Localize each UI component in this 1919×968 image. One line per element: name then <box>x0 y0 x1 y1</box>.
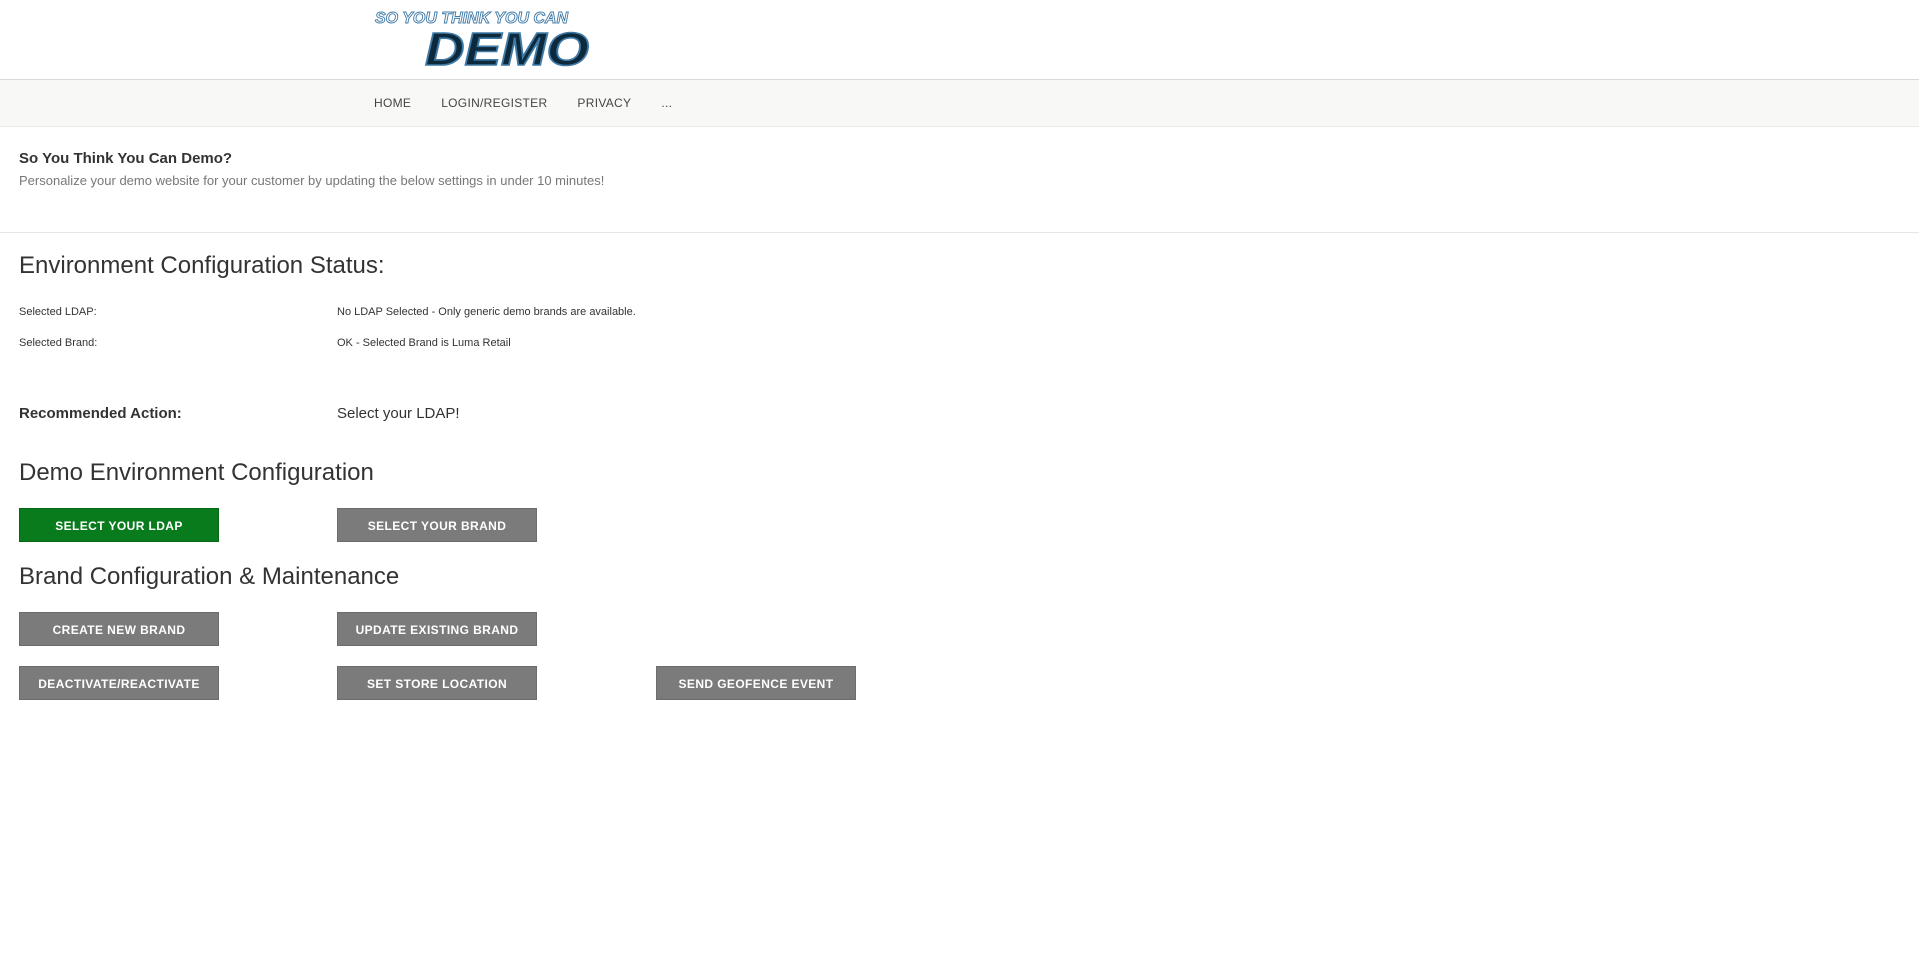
select-ldap-button[interactable]: SELECT YOUR LDAP <box>19 508 219 542</box>
status-label-ldap: Selected LDAP: <box>19 306 97 318</box>
site-header: SO YOU THINK YOU CAN DEMO <box>0 0 1919 80</box>
page-title: So You Think You Can Demo? <box>19 150 233 167</box>
status-value-brand: OK - Selected Brand is Luma Retail <box>337 337 511 349</box>
logo-wordmark: DEMO <box>425 23 589 72</box>
select-brand-button[interactable]: SELECT YOUR BRAND <box>337 508 537 542</box>
status-label-brand: Selected Brand: <box>19 337 98 349</box>
brand-config-heading: Brand Configuration & Maintenance <box>19 563 400 590</box>
nav-item-privacy[interactable]: PRIVACY <box>577 96 631 110</box>
status-value-ldap: No LDAP Selected - Only generic demo bra… <box>337 306 636 318</box>
nav-item-home[interactable]: HOME <box>374 96 411 110</box>
create-new-brand-button[interactable]: CREATE NEW BRAND <box>19 612 219 646</box>
set-store-location-button[interactable]: SET STORE LOCATION <box>337 666 537 700</box>
update-existing-brand-button[interactable]: UPDATE EXISTING BRAND <box>337 612 537 646</box>
deactivate-reactivate-button[interactable]: DEACTIVATE/REACTIVATE <box>19 666 219 700</box>
page-subtitle: Personalize your demo website for your c… <box>19 173 605 188</box>
main-nav: HOME LOGIN/REGISTER PRIVACY ... <box>0 80 1919 127</box>
intro-section: So You Think You Can Demo? Personalize y… <box>0 127 1919 233</box>
recommended-action-value: Select your LDAP! <box>337 405 460 422</box>
demo-config-heading: Demo Environment Configuration <box>19 459 374 486</box>
send-geofence-event-button[interactable]: SEND GEOFENCE EVENT <box>656 666 856 700</box>
recommended-action-label: Recommended Action: <box>19 405 182 422</box>
demo-logo[interactable]: SO YOU THINK YOU CAN DEMO <box>373 6 595 72</box>
status-heading: Environment Configuration Status: <box>19 252 385 279</box>
nav-item-more[interactable]: ... <box>661 96 672 110</box>
nav-item-login-register[interactable]: LOGIN/REGISTER <box>441 96 547 110</box>
nav-menu: HOME LOGIN/REGISTER PRIVACY ... <box>374 80 702 126</box>
